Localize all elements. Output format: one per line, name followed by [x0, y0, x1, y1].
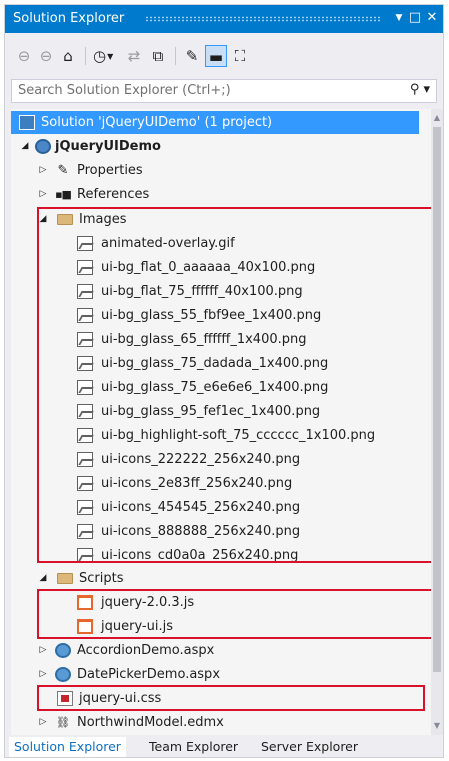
tree-item-label: AccordionDemo.aspx — [77, 643, 215, 658]
tree-item-references[interactable]: ▷ ▪■ References — [11, 183, 419, 206]
references-icon: ▪■ — [55, 188, 72, 201]
sync-icon[interactable]: ⇄ — [125, 45, 143, 67]
maximize-icon[interactable]: □ — [407, 9, 423, 27]
show-all-files-icon[interactable]: ▬ — [205, 45, 227, 67]
vertical-scrollbar[interactable]: ▲ ▼ — [431, 109, 443, 735]
tree-item-accordion-demo[interactable]: ▷ AccordionDemo.aspx — [11, 639, 419, 662]
aspx-file-icon — [55, 667, 71, 682]
tree-item-properties[interactable]: ▷ ✎ Properties — [11, 159, 419, 182]
title-bar[interactable]: Solution Explorer ▼ □ ✕ — [5, 5, 443, 33]
expanded-arrow-icon[interactable]: ◢ — [19, 135, 31, 158]
toolbar-separator — [85, 47, 86, 65]
scripts-highlight-box — [37, 589, 433, 639]
css-highlight-box — [37, 685, 425, 711]
tree-item-edmx[interactable]: ▷ ⛓ NorthwindModel.edmx — [11, 711, 419, 734]
collapsed-arrow-icon[interactable]: ▷ — [37, 639, 49, 662]
clock-icon[interactable]: ◷▼ — [93, 45, 113, 67]
tree-item-label: Scripts — [79, 571, 124, 586]
tree-item-solution[interactable]: Solution 'jQueryUIDemo' (1 project) — [11, 111, 419, 134]
tab-server-explorer[interactable]: Server Explorer — [261, 737, 358, 757]
tab-team-explorer[interactable]: Team Explorer — [149, 737, 238, 757]
folder-icon — [57, 573, 73, 584]
toolbar-separator — [175, 47, 176, 65]
close-icon[interactable]: ✕ — [424, 9, 440, 27]
forward-icon[interactable]: ⊖ — [37, 45, 55, 67]
collapsed-arrow-icon[interactable]: ▷ — [37, 183, 49, 206]
collapsed-arrow-icon[interactable]: ▷ — [37, 711, 49, 734]
tree-item-label: Solution 'jQueryUIDemo' (1 project) — [41, 115, 273, 130]
home-icon[interactable]: ⌂ — [59, 45, 77, 67]
search-icon[interactable]: ⚲ ▾ — [410, 82, 430, 97]
window-options-icon[interactable]: ▼ — [391, 9, 407, 27]
toolbar: ⊖ ⊖ ⌂ ◷▼ ⇄ ⧉ ✎ ▬ ⛶ — [5, 33, 443, 79]
bottom-tabs: Solution Explorer Team Explorer Server E… — [5, 735, 443, 757]
title-grip[interactable] — [145, 16, 381, 22]
tree-item-label: NorthwindModel.edmx — [77, 715, 224, 730]
tree-item-label: References — [77, 187, 150, 202]
back-icon[interactable]: ⊖ — [15, 45, 33, 67]
search-box[interactable]: ⚲ ▾ — [11, 79, 437, 103]
search-input[interactable] — [18, 83, 398, 98]
edmx-file-icon: ⛓ — [56, 716, 70, 729]
wrench-icon[interactable]: ✎ — [183, 45, 201, 67]
tree-item-label: jQueryUIDemo — [55, 139, 161, 154]
tree-item-project[interactable]: ◢ jQueryUIDemo — [11, 135, 419, 158]
images-highlight-box — [37, 207, 433, 563]
tree-item-scripts-folder[interactable]: ◢ Scripts — [11, 567, 419, 590]
expanded-arrow-icon[interactable]: ◢ — [37, 567, 49, 590]
project-icon — [35, 139, 51, 154]
wrench-icon: ✎ — [57, 163, 69, 178]
solution-icon — [19, 115, 35, 130]
collapsed-arrow-icon[interactable]: ▷ — [37, 663, 49, 686]
solution-explorer-window: Solution Explorer ▼ □ ✕ ⊖ ⊖ ⌂ ◷▼ ⇄ ⧉ ✎ ▬… — [4, 4, 444, 758]
collapsed-arrow-icon[interactable]: ▷ — [37, 159, 49, 182]
window-title: Solution Explorer — [13, 11, 125, 26]
scrollbar-thumb[interactable] — [433, 127, 441, 672]
class-diagram-icon[interactable]: ⛶ — [231, 45, 249, 67]
collapse-all-icon[interactable]: ⧉ — [149, 45, 167, 67]
aspx-file-icon — [55, 643, 71, 658]
tree-item-label: DatePickerDemo.aspx — [77, 667, 221, 682]
tab-solution-explorer[interactable]: Solution Explorer — [9, 737, 126, 757]
solution-tree: Solution 'jQueryUIDemo' (1 project) ◢ jQ… — [11, 109, 437, 735]
tree-item-datepicker-demo[interactable]: ▷ DatePickerDemo.aspx — [11, 663, 419, 686]
scroll-down-icon[interactable]: ▼ — [431, 719, 443, 733]
scroll-up-icon[interactable]: ▲ — [431, 111, 443, 125]
tree-item-label: Properties — [77, 163, 143, 178]
